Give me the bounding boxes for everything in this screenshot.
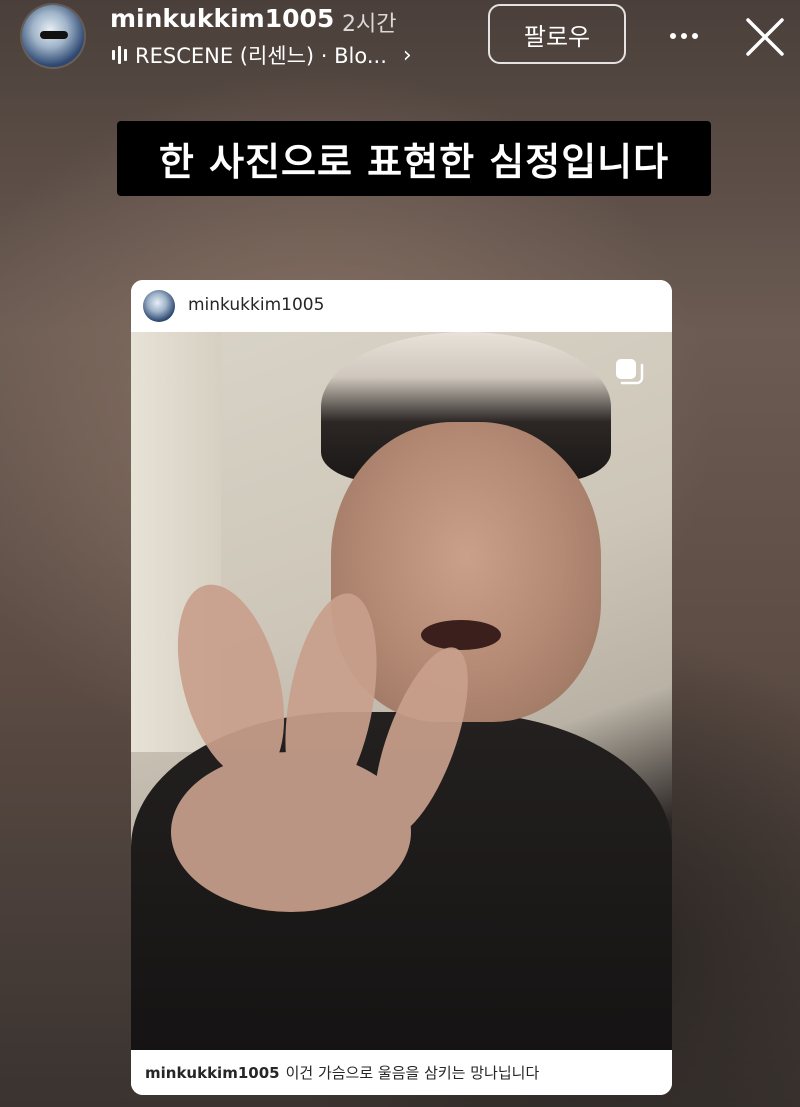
post-caption-username: minkukkim1005 bbox=[145, 1063, 280, 1082]
follow-button[interactable]: 팔로우 bbox=[488, 4, 626, 64]
audio-bars-icon bbox=[112, 45, 127, 65]
story-caption: 한 사진으로 표현한 심정입니다 bbox=[117, 121, 711, 196]
multiple-posts-icon bbox=[616, 359, 644, 385]
chevron-right-icon: › bbox=[402, 42, 412, 68]
more-dots-icon[interactable] bbox=[662, 14, 706, 58]
close-icon[interactable] bbox=[744, 16, 786, 58]
post-username: minkukkim1005 bbox=[188, 295, 325, 315]
shared-post-card[interactable]: minkukkim1005 minkukkim1005 이건 가슴으로 울음을 … bbox=[131, 280, 672, 1095]
story-time: 2시간 bbox=[342, 12, 397, 37]
post-avatar bbox=[143, 290, 175, 322]
avatar-glasses bbox=[40, 31, 68, 39]
story-username[interactable]: minkukkim1005 bbox=[110, 4, 334, 33]
music-label: RESCENE (리센느) · Blo... bbox=[135, 44, 387, 68]
story-header: minkukkim1005 2시간 RESCENE (리센느) · Blo...… bbox=[0, 0, 800, 80]
music-attribution[interactable]: RESCENE (리센느) · Blo... › bbox=[112, 40, 412, 70]
post-header: minkukkim1005 bbox=[131, 280, 672, 332]
post-caption-text: 이건 가슴으로 울음을 삼키는 망나닙니다 bbox=[285, 1064, 540, 1082]
post-photo bbox=[131, 332, 672, 1050]
profile-avatar[interactable] bbox=[22, 5, 84, 67]
post-caption: minkukkim1005 이건 가슴으로 울음을 삼키는 망나닙니다 bbox=[131, 1050, 672, 1095]
story-viewer[interactable]: minkukkim1005 2시간 RESCENE (리센느) · Blo...… bbox=[0, 0, 800, 1107]
hand-shape bbox=[171, 584, 468, 912]
